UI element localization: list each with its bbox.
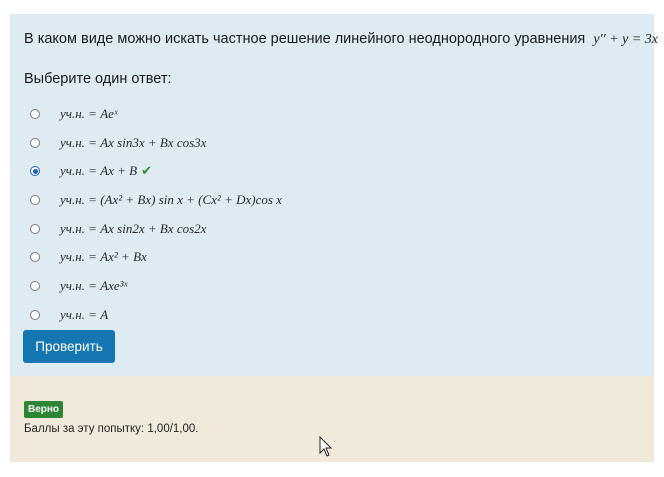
option-formula[interactable]: yч.н. = Ax² + Bx <box>60 249 147 265</box>
status-badge: Верно <box>24 401 64 418</box>
radio-button[interactable] <box>30 109 40 119</box>
option-formula[interactable]: yч.н. = Ax sin2x + Bx cos2x <box>60 221 206 237</box>
option-formula[interactable]: yч.н. = Aeˣ <box>60 106 118 122</box>
radio-button[interactable] <box>30 224 40 234</box>
answer-option[interactable]: yч.н. = Ax sin3x + Bx cos3x <box>30 132 206 154</box>
option-formula[interactable]: yч.н. = Axe³ˣ <box>60 278 127 294</box>
radio-button-checked[interactable] <box>30 166 40 176</box>
option-formula[interactable]: yч.н. = A <box>60 307 108 323</box>
check-button[interactable]: Проверить <box>23 330 115 363</box>
answer-option[interactable]: yч.н. = A <box>30 304 108 326</box>
answer-option[interactable]: yч.н. = Aeˣ <box>30 103 118 125</box>
answer-option[interactable]: yч.н. = Axe³ˣ <box>30 275 127 297</box>
answer-option-selected[interactable]: yч.н. = Ax + B ✔ <box>30 160 152 182</box>
score-text: Баллы за эту попытку: 1,00/1,00. <box>24 423 199 435</box>
question-label: В каком виде можно искать частное решени… <box>24 31 586 47</box>
answer-prompt: Выберите один ответ: <box>24 71 172 87</box>
question-card: В каком виде можно искать частное решени… <box>10 14 658 376</box>
radio-button[interactable] <box>30 195 40 205</box>
radio-button[interactable] <box>30 138 40 148</box>
radio-button[interactable] <box>30 252 40 262</box>
radio-button[interactable] <box>30 310 40 320</box>
radio-button[interactable] <box>30 281 40 291</box>
option-formula[interactable]: yч.н. = (Ax² + Bx) sin x + (Cx² + Dx)cos… <box>60 192 282 208</box>
question-equation: y′′ + y = 3x <box>593 32 658 47</box>
answer-option[interactable]: yч.н. = Ax sin2x + Bx cos2x <box>30 218 206 240</box>
question-text: В каком виде можно искать частное решени… <box>24 31 658 48</box>
option-formula[interactable]: yч.н. = Ax + B ✔ <box>60 163 152 179</box>
answer-option[interactable]: yч.н. = (Ax² + Bx) sin x + (Cx² + Dx)cos… <box>30 189 282 211</box>
option-formula[interactable]: yч.н. = Ax sin3x + Bx cos3x <box>60 135 206 151</box>
checkmark-icon: ✔ <box>141 164 153 179</box>
mouse-cursor-icon <box>319 436 333 457</box>
option-formula-text[interactable]: yч.н. = Ax + B <box>60 163 137 178</box>
answer-option[interactable]: yч.н. = Ax² + Bx <box>30 246 147 268</box>
